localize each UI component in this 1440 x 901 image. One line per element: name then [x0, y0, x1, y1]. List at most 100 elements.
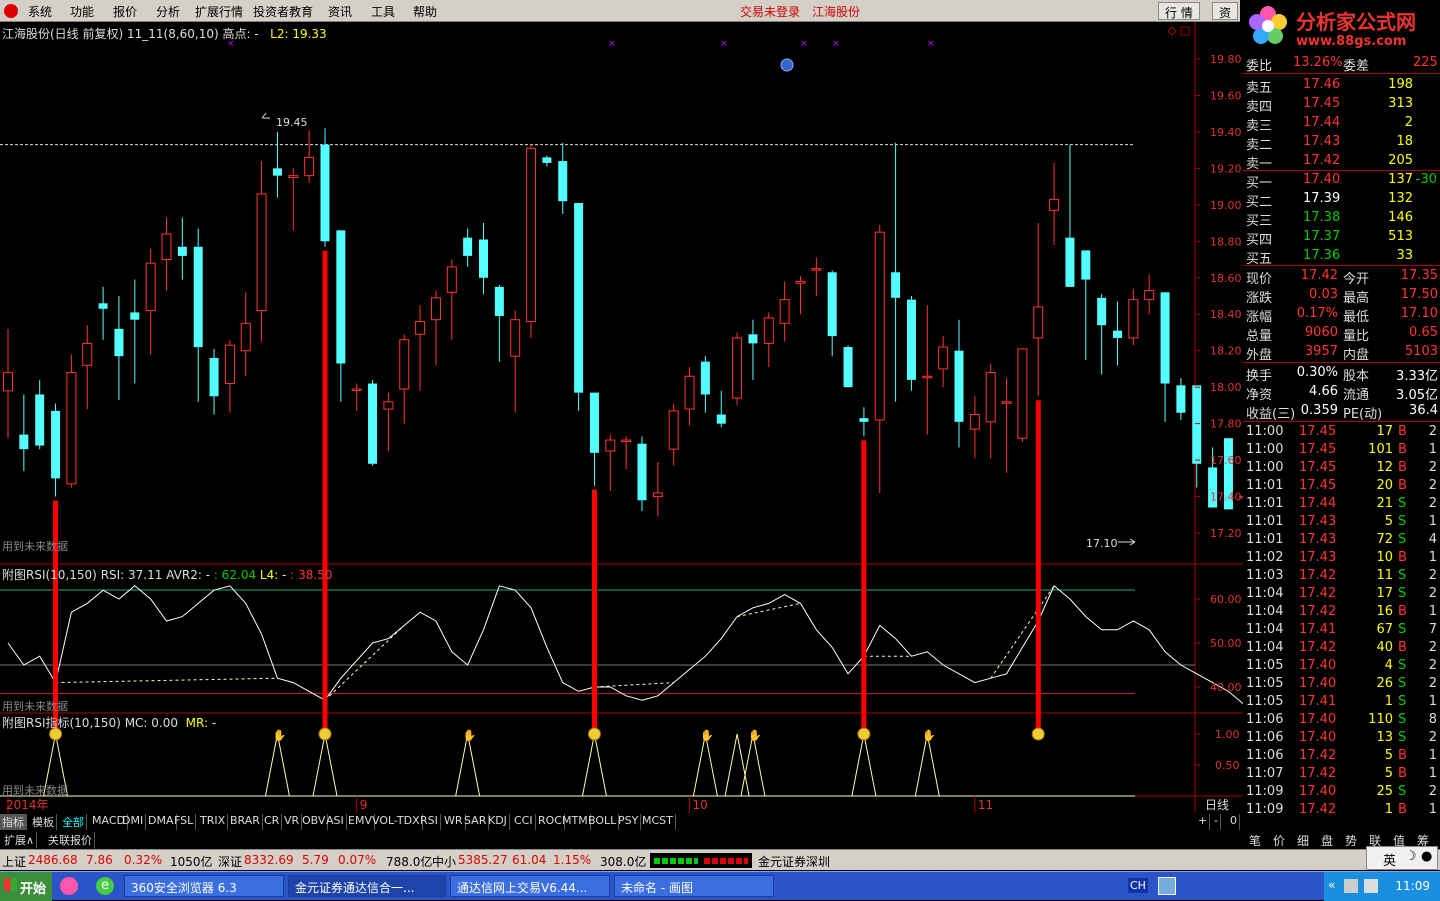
desktop-icon[interactable]: [1158, 877, 1176, 895]
tick-row-cell: 11:01: [1246, 514, 1284, 529]
tick-row-cell: 17.40: [1299, 784, 1337, 799]
indicator-tab-kdj[interactable]: KDJ: [486, 814, 510, 830]
tick-row-cell: 17.43: [1299, 550, 1337, 565]
tick-row: 11:09 17.40 25 S 2: [1243, 783, 1440, 802]
signal-peak: [312, 733, 338, 797]
login-status[interactable]: 交易未登录: [740, 3, 800, 20]
tick-row-cell: 25: [1376, 784, 1393, 799]
tick-row-cell: 17.43: [1299, 532, 1337, 547]
lang-indicator[interactable]: CH: [1128, 878, 1148, 893]
tick-row-cell: 67: [1376, 622, 1393, 637]
chart-area[interactable]: × × × × × × ✋ ✋ ✋ ✋ ✋ 19.8019.6019.4019.2019.0018…: [0, 22, 1243, 813]
tick-row-cell: 17.41: [1299, 694, 1337, 709]
sell-row-cell: 17.46: [1303, 77, 1341, 92]
rsi-value: RSI: 37.11: [100, 568, 163, 582]
tab-control-button[interactable]: +: [1196, 814, 1211, 830]
top-marker: ×: [927, 39, 935, 49]
candle-body: [1049, 198, 1060, 211]
quote-tab-2[interactable]: 细: [1297, 832, 1309, 849]
menu-help[interactable]: 帮助: [413, 3, 437, 20]
quote-tab-3[interactable]: 盘: [1321, 832, 1333, 849]
menu-quote[interactable]: 报价: [113, 3, 137, 20]
tab-control-button[interactable]: -: [1212, 814, 1221, 830]
network-icon[interactable]: [1344, 879, 1358, 893]
ratio-row: 委比 13.26% 委差 225: [1243, 54, 1440, 74]
ime-lang[interactable]: 英: [1383, 850, 1396, 869]
candle-body: [209, 358, 219, 397]
indicator-tab-psy[interactable]: PSY: [616, 814, 642, 830]
browser-icon[interactable]: e: [96, 877, 114, 895]
indicator-tab-cr[interactable]: CR: [262, 814, 283, 830]
tab-control-button[interactable]: 0: [1228, 814, 1240, 830]
ime-bar[interactable]: 英 ☽ ●: [1366, 846, 1438, 870]
period-label: 日线: [1205, 798, 1229, 812]
rsi-line: [7, 584, 1243, 705]
candle-body: [193, 246, 203, 348]
tick-row-cell: 11:06: [1246, 748, 1284, 763]
system-tray: « 11:09: [1324, 872, 1440, 901]
tick-row-cell: 17.42: [1299, 802, 1337, 817]
tick-row-cell: 1: [1428, 550, 1437, 565]
taskbar: 开始 e 360安全浏览器 6.3 金元证券通达信合一... 通达信网上交易V6…: [0, 871, 1440, 901]
task-tdx[interactable]: 金元证券通达信合一...: [288, 875, 446, 897]
indicator-tab-brar[interactable]: BRAR: [228, 814, 263, 830]
tick-row-cell: 4: [1384, 658, 1393, 673]
task-browser[interactable]: 360安全浏览器 6.3: [124, 875, 284, 897]
quote-tab-4[interactable]: 势: [1345, 832, 1357, 849]
tick-row-cell: 101: [1368, 442, 1393, 457]
hand-marker-icon: ✋: [748, 729, 762, 742]
quote-tab-0[interactable]: 笔: [1249, 832, 1261, 849]
menu-analysis[interactable]: 分析: [156, 3, 180, 20]
candle-body: [399, 339, 410, 390]
menu-system[interactable]: 系统: [28, 3, 52, 20]
buy-row: 买三 17.38 146: [1243, 209, 1440, 229]
tray-expand-icon[interactable]: «: [1328, 878, 1335, 892]
ext-toggle-tab[interactable]: 扩展∧: [2, 832, 38, 848]
task-trading[interactable]: 通达信网上交易V6.44...: [450, 875, 610, 897]
indicator-tab-模板[interactable]: 模板: [30, 814, 57, 830]
tick-row-cell: 1: [1428, 442, 1437, 457]
sell-row: 卖五 17.46 198: [1243, 76, 1440, 96]
menu-education[interactable]: 投资者教育: [253, 3, 313, 20]
trade-button[interactable]: 资: [1212, 2, 1239, 20]
indicator-tab-trix[interactable]: TRIX: [198, 814, 229, 830]
candle-body: [177, 246, 187, 256]
signal-peak: [914, 733, 940, 797]
indicator-tab-mcst[interactable]: MCST: [640, 814, 676, 830]
menu-info[interactable]: 资讯: [328, 3, 352, 20]
tick-row-cell: 17.42: [1299, 640, 1337, 655]
indicator-tab-boll[interactable]: BOLL: [586, 814, 620, 830]
task-paint[interactable]: 未命名 - 画图: [614, 875, 774, 897]
money-bag-icon: [1031, 727, 1045, 741]
task-label: 360安全浏览器 6.3: [131, 881, 237, 895]
indicator-tab-cci[interactable]: CCI: [512, 814, 536, 830]
indicator-tab-fsl[interactable]: FSL: [172, 814, 197, 830]
tick-row-cell: 11:04: [1246, 586, 1284, 601]
tick-row-cell: 2: [1428, 424, 1437, 439]
candle-body: [748, 334, 758, 344]
quote-tab-1[interactable]: 价: [1273, 832, 1285, 849]
volume-icon[interactable]: [1364, 879, 1378, 893]
indicator-tab-dmi[interactable]: DMI: [120, 814, 147, 830]
candle-body: [1001, 401, 1012, 404]
menu-tools[interactable]: 工具: [371, 3, 395, 20]
tick-row-cell: 11:01: [1246, 496, 1284, 511]
related-quote-tab[interactable]: 关联报价: [46, 832, 95, 848]
indicator-tab-asi[interactable]: ASI: [324, 814, 347, 830]
indicator-tab-vol-tdx[interactable]: VOL-TDX: [370, 814, 423, 830]
quote-button[interactable]: 行 情: [1158, 2, 1200, 20]
start-button[interactable]: 开始: [0, 872, 52, 901]
quicklaunch-app-icon[interactable]: [60, 877, 78, 895]
tick-row-cell: 7: [1428, 622, 1437, 637]
zx-change: 61.04: [512, 853, 547, 867]
buy-row-cell: 137: [1388, 172, 1413, 187]
tick-row-cell: 11: [1376, 568, 1393, 583]
candle-body: [542, 157, 552, 163]
indicator-tab-rsi[interactable]: RSI: [418, 814, 441, 830]
menu-function[interactable]: 功能: [70, 3, 94, 20]
menu-extended[interactable]: 扩展行情: [195, 3, 243, 20]
indicator-tab-指标[interactable]: 指标: [0, 814, 27, 830]
indicator-tab-全部[interactable]: 全部: [60, 814, 87, 830]
quote-panel: 委比 13.26% 委差 225 卖五 17.46 198 卖四 17.45 313 卖三 1…: [1243, 54, 1440, 830]
tick-row-cell: S: [1398, 784, 1407, 799]
